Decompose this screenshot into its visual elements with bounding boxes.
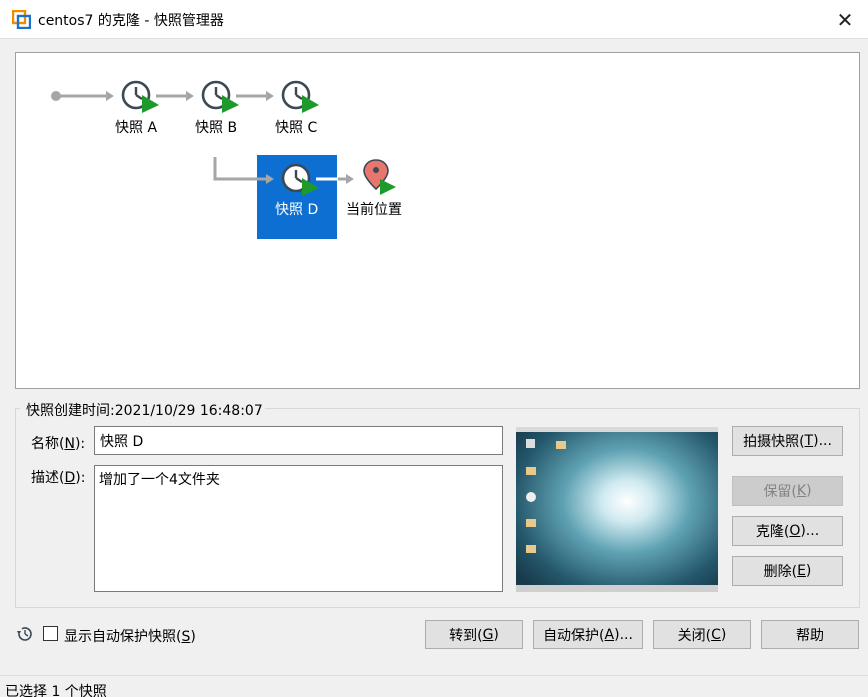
close-window-icon[interactable]: ✕ — [822, 0, 868, 39]
selection-status-text: 已选择 1 个快照 — [5, 684, 107, 697]
title-bar: centos7 的克隆 - 快照管理器 ✕ — [0, 0, 868, 39]
current-location-label[interactable]: 当前位置 — [346, 199, 402, 219]
snapshot-c-clock-icon — [281, 80, 321, 115]
snapshot-c-label[interactable]: 快照 C — [275, 117, 317, 137]
window-title: centos7 的克隆 - 快照管理器 — [38, 13, 224, 29]
snapshot-tree-graph — [51, 80, 396, 198]
vmware-app-icon — [12, 10, 31, 29]
clone-button[interactable]: 克隆(O)... — [732, 516, 843, 546]
snapshot-a-label[interactable]: 快照 A — [115, 117, 157, 137]
close-button[interactable]: 关闭(C) — [653, 620, 751, 649]
name-label: 名称(N): — [31, 436, 86, 452]
snapshot-b-label[interactable]: 快照 B — [195, 117, 237, 137]
description-label: 描述(D): — [31, 470, 86, 486]
auto-protect-history-icon — [17, 627, 32, 641]
goto-button[interactable]: 转到(G) — [425, 620, 523, 649]
delete-button[interactable]: 删除(E) — [732, 556, 843, 586]
snapshot-name-input[interactable] — [94, 426, 503, 455]
help-button[interactable]: 帮助 — [761, 620, 859, 649]
snapshot-d-clock-icon — [281, 163, 321, 198]
snapshot-description-input[interactable]: 增加了一个4文件夹 — [94, 465, 503, 592]
snapshot-b-clock-icon — [201, 80, 241, 115]
snapshot-a-clock-icon — [121, 80, 161, 115]
show-auto-protect-label[interactable]: 显示自动保护快照(S) — [64, 626, 196, 646]
current-location-pin-icon — [363, 159, 396, 195]
take-snapshot-button[interactable]: 拍摄快照(T)... — [732, 426, 843, 456]
keep-button[interactable]: 保留(K) — [732, 476, 843, 506]
show-auto-protect-checkbox[interactable] — [43, 626, 58, 641]
snapshot-created-time: 快照创建时间:2021/10/29 16:48:07 — [24, 400, 265, 420]
snapshot-d-label[interactable]: 快照 D — [275, 199, 318, 219]
autoprotect-button[interactable]: 自动保护(A)... — [533, 620, 643, 649]
snapshot-tree-panel[interactable]: 快照 A 快照 B 快照 C 快照 D 当前位置 — [15, 52, 860, 389]
snapshot-thumbnail-image — [516, 427, 718, 592]
status-bar: 已选择 1 个快照 — [0, 675, 868, 697]
